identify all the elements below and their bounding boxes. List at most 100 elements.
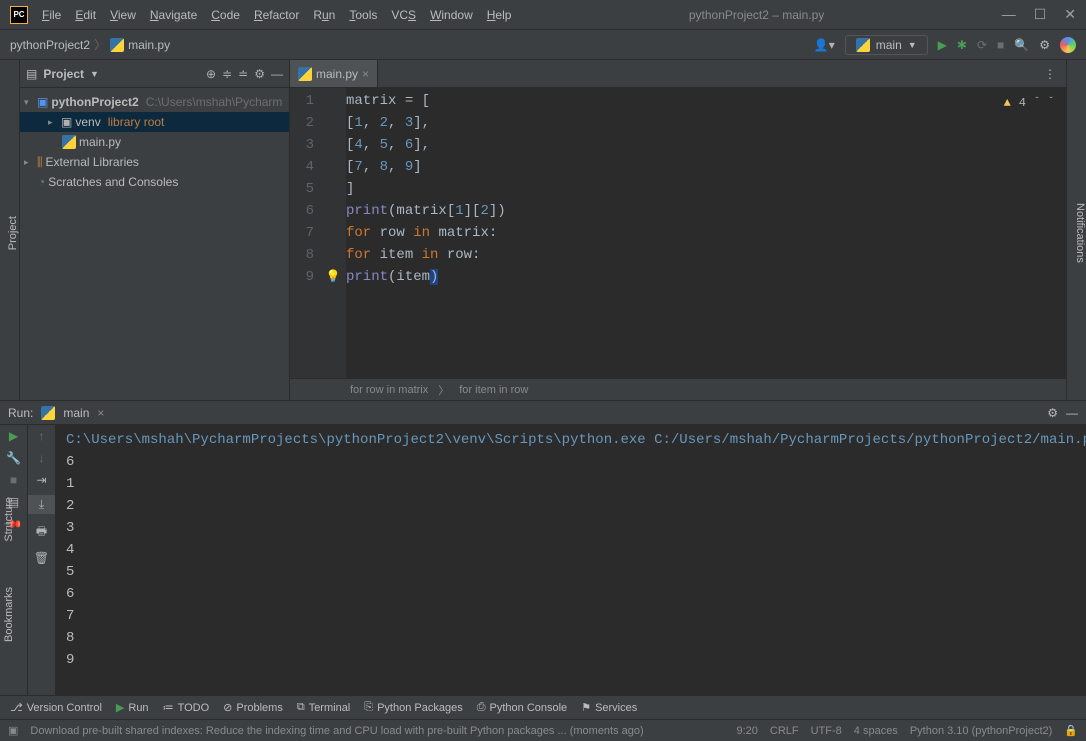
tw-python-packages[interactable]: ⎘Python Packages bbox=[364, 701, 462, 714]
status-indent[interactable]: 4 spaces bbox=[854, 725, 898, 737]
project-icon: ▤ bbox=[26, 67, 37, 81]
stop-icon[interactable]: ■ bbox=[10, 473, 17, 487]
left-stripe: Project bbox=[0, 60, 20, 400]
python-file-icon bbox=[298, 67, 312, 81]
minimize-icon[interactable]: — bbox=[1002, 6, 1016, 23]
inspection-widget[interactable]: ▲ 4 ˆ ˇ bbox=[1004, 92, 1054, 114]
tw-problems[interactable]: ⊘Problems bbox=[223, 701, 283, 714]
soft-wrap-icon[interactable]: ⇥ bbox=[36, 473, 46, 487]
notifications-tool-tab[interactable]: Notifications bbox=[1074, 203, 1086, 263]
status-toggle-icon[interactable]: ▣ bbox=[8, 724, 18, 737]
hide-run-panel-icon[interactable]: — bbox=[1066, 406, 1078, 420]
sidebar-left-structure[interactable]: Structure bbox=[3, 497, 15, 542]
ide-services-icon[interactable] bbox=[1060, 37, 1076, 53]
bc-segment-1[interactable]: for row in matrix bbox=[350, 384, 428, 396]
tree-scratches[interactable]: ◔ Scratches and Consoles bbox=[20, 172, 289, 192]
menu-tools[interactable]: Tools bbox=[349, 8, 377, 22]
tw-run[interactable]: ▶Run bbox=[116, 701, 149, 714]
run-panel-config[interactable]: main bbox=[63, 406, 89, 420]
code-area[interactable]: 123456789 💡 matrix = [ [1, 2, 3], [4, 5,… bbox=[290, 88, 1066, 378]
up-arrow-icon[interactable]: ↑ bbox=[39, 429, 45, 443]
panel-settings-gear-icon[interactable]: ⚙ bbox=[254, 67, 265, 81]
main-menu: File Edit View Navigate Code Refactor Ru… bbox=[42, 8, 511, 22]
close-run-tab-icon[interactable]: × bbox=[97, 406, 104, 420]
run-toolbar-1: ▶ 🔧 ■ ▤ 📌 bbox=[0, 425, 28, 695]
python-file-icon bbox=[856, 38, 870, 52]
clear-all-icon[interactable]: 🗑 bbox=[34, 551, 49, 565]
collapse-all-icon[interactable]: ≐ bbox=[238, 67, 248, 81]
chevron-right-icon: ▸ bbox=[48, 117, 58, 128]
menu-code[interactable]: Code bbox=[211, 8, 240, 22]
add-user-icon[interactable]: 👤▾ bbox=[814, 38, 835, 52]
status-caret-pos[interactable]: 9:20 bbox=[736, 725, 757, 737]
close-icon[interactable]: ✕ bbox=[1064, 6, 1076, 23]
chevron-right-icon: 〉 bbox=[94, 36, 106, 53]
sidebar-left-bookmarks[interactable]: Bookmarks bbox=[3, 587, 15, 642]
console-line: 3 bbox=[66, 520, 74, 536]
select-opened-file-icon[interactable]: ⊕ bbox=[206, 67, 216, 81]
status-message[interactable]: Download pre-built shared indexes: Reduc… bbox=[30, 725, 643, 737]
hide-panel-icon[interactable]: — bbox=[271, 67, 283, 81]
lightbulb-icon[interactable]: 💡 bbox=[326, 266, 341, 288]
chevron-up-icon[interactable]: ˆ bbox=[1034, 92, 1040, 114]
close-tab-icon[interactable]: × bbox=[362, 67, 369, 81]
console-line: 4 bbox=[66, 542, 74, 558]
run-button-icon[interactable]: ▶ bbox=[938, 38, 947, 52]
code-body[interactable]: matrix = [ [1, 2, 3], [4, 5, 6], [7, 8, … bbox=[346, 88, 506, 378]
statusbar: ▣ Download pre-built shared indexes: Red… bbox=[0, 719, 1086, 741]
breadcrumb-project[interactable]: pythonProject2 bbox=[10, 38, 90, 52]
console-output[interactable]: C:\Users\mshah\PycharmProjects\pythonPro… bbox=[56, 425, 1086, 695]
status-interpreter[interactable]: Python 3.10 (pythonProject2) bbox=[910, 725, 1052, 737]
status-line-sep[interactable]: CRLF bbox=[770, 725, 799, 737]
print-icon[interactable]: 🖶 bbox=[36, 522, 47, 543]
project-panel: ▤ Project ▼ ⊕ ≑ ≐ ⚙ — ▾ ▣ pythonProject2… bbox=[20, 60, 290, 400]
stop-button-icon[interactable]: ■ bbox=[997, 38, 1004, 52]
folder-icon: ▣ bbox=[37, 95, 48, 109]
run-settings-gear-icon[interactable]: ⚙ bbox=[1047, 406, 1058, 420]
scroll-to-end-icon[interactable]: ⤓ bbox=[28, 495, 55, 514]
chevron-right-icon: 〉 bbox=[438, 382, 449, 398]
wrench-icon[interactable]: 🔧 bbox=[6, 451, 21, 465]
lock-icon[interactable]: 🔒 bbox=[1064, 724, 1078, 737]
editor-tab-main[interactable]: main.py × bbox=[290, 60, 378, 87]
maximize-icon[interactable]: ☐ bbox=[1034, 6, 1047, 23]
bc-segment-2[interactable]: for item in row bbox=[459, 384, 528, 396]
breadcrumb-file[interactable]: main.py bbox=[128, 38, 170, 52]
tw-todo[interactable]: ≔TODO bbox=[163, 701, 210, 714]
tree-ext-libs-label: External Libraries bbox=[46, 155, 139, 169]
menu-help[interactable]: Help bbox=[487, 8, 512, 22]
menu-run[interactable]: Run bbox=[313, 8, 335, 22]
tw-terminal[interactable]: ⧉Terminal bbox=[297, 701, 350, 714]
python-file-icon bbox=[110, 38, 124, 52]
menu-navigate[interactable]: Navigate bbox=[150, 8, 197, 22]
tw-version-control[interactable]: ⎇Version Control bbox=[10, 701, 102, 714]
editor-more-icon[interactable]: ⋮ bbox=[1044, 67, 1056, 81]
chevron-down-icon[interactable]: ▼ bbox=[90, 69, 99, 79]
expand-all-icon[interactable]: ≑ bbox=[222, 67, 232, 81]
down-arrow-icon[interactable]: ↓ bbox=[39, 451, 45, 465]
problems-icon: ⊘ bbox=[223, 701, 232, 714]
chevron-down-icon[interactable]: ˇ bbox=[1048, 92, 1054, 114]
project-tool-tab[interactable]: Project bbox=[7, 216, 19, 250]
menu-edit[interactable]: Edit bbox=[75, 8, 96, 22]
settings-gear-icon[interactable]: ⚙ bbox=[1039, 38, 1050, 52]
run-config-selector[interactable]: main ▼ bbox=[845, 35, 928, 55]
menu-vcs[interactable]: VCS bbox=[391, 8, 416, 22]
console-line: 5 bbox=[66, 564, 74, 580]
coverage-icon[interactable]: ⟳ bbox=[977, 38, 987, 52]
tree-file-main[interactable]: main.py bbox=[20, 132, 289, 152]
tree-root[interactable]: ▾ ▣ pythonProject2 C:\Users\mshah\Pychar… bbox=[20, 92, 289, 112]
debug-button-icon[interactable]: ✱ bbox=[957, 38, 967, 52]
tree-ext-libs[interactable]: ▸ ⫼ External Libraries bbox=[20, 152, 289, 172]
search-icon[interactable]: 🔍 bbox=[1014, 38, 1029, 52]
menu-file[interactable]: File bbox=[42, 8, 61, 22]
menu-view[interactable]: View bbox=[110, 8, 136, 22]
rerun-icon[interactable]: ▶ bbox=[9, 429, 18, 443]
editor-tab-label: main.py bbox=[316, 67, 358, 81]
menu-window[interactable]: Window bbox=[430, 8, 473, 22]
menu-refactor[interactable]: Refactor bbox=[254, 8, 299, 22]
tree-venv[interactable]: ▸ ▣ venv library root bbox=[20, 112, 289, 132]
tw-services[interactable]: ⚑Services bbox=[581, 701, 637, 714]
status-encoding[interactable]: UTF-8 bbox=[811, 725, 842, 737]
tw-python-console[interactable]: ⎙Python Console bbox=[477, 701, 567, 714]
